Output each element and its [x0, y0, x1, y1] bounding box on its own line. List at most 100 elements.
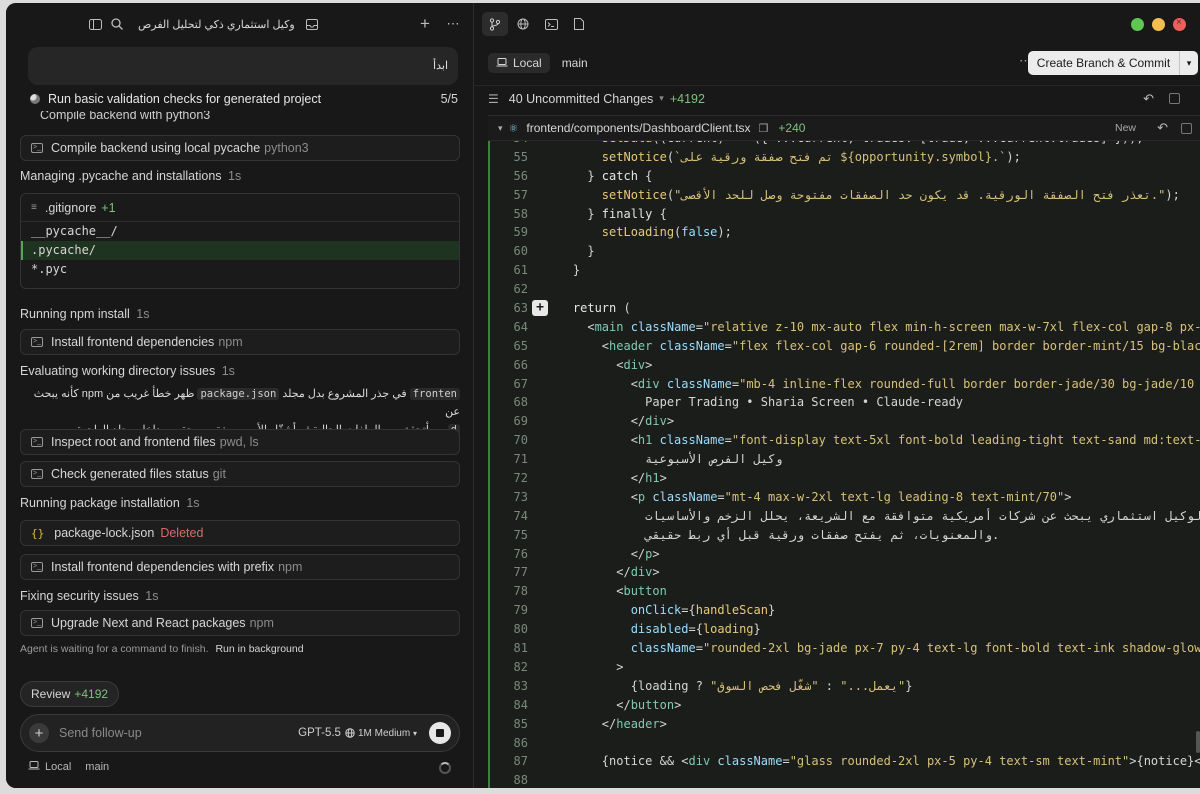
react-file-icon: ⚛ [508, 122, 519, 135]
tab-globe-icon[interactable] [510, 12, 536, 36]
terminal-icon: >_ [31, 143, 43, 153]
code-line: 68 Paper Trading • Sharia Screen • Claud… [513, 395, 964, 410]
section-time: 1s [136, 307, 150, 321]
laptop-icon [28, 761, 40, 773]
terminal-icon: >_ [31, 437, 43, 447]
stop-button[interactable] [429, 722, 451, 744]
progress-pie-icon [30, 94, 40, 104]
model-selector[interactable]: GPT-5.5 [298, 727, 341, 739]
code-line: 79 onClick={handleScan} [513, 603, 776, 618]
mode-selector[interactable]: 1M Medium ▾ [358, 728, 417, 739]
section-time: 1s [145, 589, 159, 603]
globe-icon [345, 726, 355, 741]
code-line: 81 className="rounded-2xl bg-jade px-7 p… [513, 641, 1200, 656]
branch-label[interactable]: main [85, 761, 109, 773]
step-install-prefix[interactable]: >_ Install frontend dependencies with pr… [20, 554, 460, 580]
step-install-frontend[interactable]: >_ Install frontend dependencies npm [20, 329, 460, 355]
code-line: 62 [513, 282, 528, 297]
chat-footer: Local main [28, 761, 109, 773]
code-line: 67 <div className="mb-4 inline-flex roun… [513, 376, 1195, 391]
step-tool: npm [218, 335, 243, 349]
more-icon[interactable]: ⋯ [442, 13, 464, 35]
step-inspect-files[interactable]: >_ Inspect root and frontend files pwd, … [20, 429, 460, 455]
file-package-lock[interactable]: {} package-lock.json Deleted [20, 520, 460, 546]
code-diff-view[interactable]: 54 setData((current) => ({ ...current, t… [488, 141, 1200, 788]
stage-all-checkbox[interactable] [1169, 93, 1180, 104]
code-line: 69 </div> [513, 414, 675, 429]
close-button[interactable]: × [1173, 17, 1186, 31]
revert-file-icon[interactable]: ↶ [1157, 120, 1168, 136]
user-message: ابدأ [28, 47, 458, 85]
terminal-icon: >_ [31, 618, 43, 628]
chevron-down-icon: ▾ [498, 122, 503, 133]
terminal-icon: >_ [31, 469, 43, 479]
create-branch-commit-button[interactable]: Create Branch & Commit ▾ [1028, 51, 1198, 75]
gitignore-diff[interactable]: ≡ .gitignore +1 __pycache__/ .pycache/ *… [20, 193, 460, 289]
file-path: frontend/components/DashboardClient.tsx [526, 121, 751, 135]
plan-count: 5/5 [440, 92, 458, 106]
step-label: Inspect root and frontend files [51, 435, 216, 449]
search-icon[interactable] [106, 13, 128, 35]
sidebar-toggle-icon[interactable] [84, 13, 106, 35]
step-upgrade-packages[interactable]: >_ Upgrade Next and React packages npm [20, 610, 460, 636]
code-line: 78 <button [513, 584, 667, 599]
plan-text: Run basic validation checks for generate… [48, 92, 322, 106]
undo-icon[interactable]: ↶ [1143, 91, 1154, 107]
follow-up-input[interactable] [59, 726, 299, 740]
chevron-down-icon[interactable]: ▾ [1180, 51, 1198, 75]
new-thread-icon[interactable]: + [414, 13, 436, 35]
env-chip[interactable]: Local [488, 53, 550, 73]
window-controls: × [1131, 17, 1186, 31]
laptop-icon [496, 56, 508, 70]
section-label: Evaluating working directory issues [20, 364, 216, 378]
add-comment-button[interactable]: + [532, 300, 548, 317]
chat-pane: وكيل استثماري ذكي لتحليل الفرص + ⋯ ابدأ … [6, 3, 474, 788]
attach-plus-button[interactable]: + [29, 723, 49, 743]
tab-file-icon[interactable] [566, 12, 592, 36]
code-line: 57 setNotice("تعذر فتح الصفقة الورقية. ق… [513, 187, 1180, 202]
scrollbar-thumb[interactable] [1196, 731, 1200, 753]
agent-wait-status: Agent is waiting for a command to finish… [20, 643, 304, 655]
changes-bar[interactable]: ☰ 40 Uncommitted Changes ▾ +4192 ↶ [474, 85, 1200, 111]
minimize-button[interactable] [1152, 18, 1165, 31]
stage-file-checkbox[interactable] [1181, 122, 1192, 134]
code-line: 71 وكيل الفرص الأسبوعية [513, 452, 783, 467]
chevron-down-icon: ▾ [412, 728, 417, 738]
chat-transcript: ابدأ Run basic validation checks for gen… [20, 47, 460, 687]
branch-label[interactable]: main [562, 56, 588, 70]
step-tool: pwd, ls [219, 435, 259, 449]
app-window: وكيل استثماري ذكي لتحليل الفرص + ⋯ ابدأ … [6, 3, 1200, 788]
section-fixing: Fixing security issues 1s [20, 589, 158, 603]
section-label: Running package installation [20, 496, 180, 510]
env-label[interactable]: Local [45, 761, 71, 773]
run-in-background-link[interactable]: Run in background [215, 643, 303, 655]
code-line: 87 {notice && <div className="glass roun… [513, 754, 1200, 769]
step-label: Install frontend dependencies with prefi… [51, 560, 275, 574]
file-lines-icon: ≡ [31, 202, 37, 213]
tab-terminal-icon[interactable] [538, 12, 564, 36]
step-label: Compile backend using local pycache [51, 141, 261, 155]
code-line: 58 } finally { [513, 206, 667, 221]
maximize-button[interactable] [1131, 18, 1144, 31]
file-status-new: New [1114, 122, 1136, 134]
tab-git-branch-icon[interactable] [482, 12, 508, 36]
step-tool: git [212, 467, 226, 481]
review-button[interactable]: Review +4192 [20, 681, 120, 707]
code-line: 61 } [513, 263, 581, 278]
file-diff-header[interactable]: ▾ ⚛ frontend/components/DashboardClient.… [488, 115, 1200, 141]
section-label: Fixing security issues [20, 589, 139, 603]
inbox-icon[interactable] [301, 13, 323, 35]
code-line: 76 </p> [513, 546, 660, 561]
diff-added-count: +1 [101, 200, 116, 215]
step-check-status[interactable]: >_ Check generated files status git [20, 461, 460, 487]
copy-icon[interactable]: ❐ [759, 122, 769, 135]
step-tool: npm [249, 616, 274, 630]
step-compile-backend[interactable]: >_ Compile backend using local pycache p… [20, 135, 460, 161]
stop-icon [436, 729, 444, 737]
json-braces-icon: {} [31, 526, 45, 540]
diff-filename: .gitignore [44, 200, 97, 215]
plan-status[interactable]: Run basic validation checks for generate… [28, 87, 458, 111]
section-npm: Running npm install 1s [20, 307, 149, 321]
chevron-down-icon: ▾ [659, 93, 664, 103]
user-message-text: ابدأ [433, 60, 448, 72]
